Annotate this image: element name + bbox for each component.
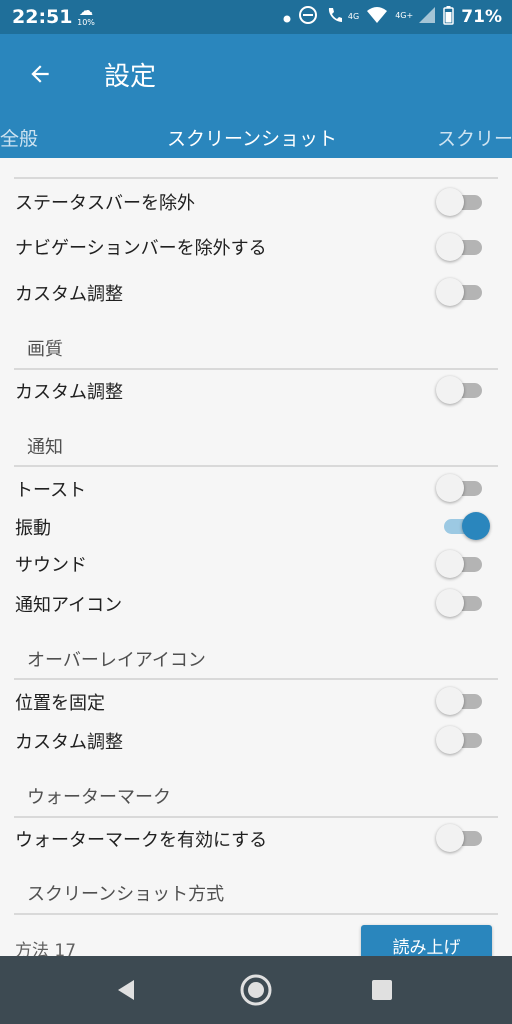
section-notification: 通知 xyxy=(27,437,63,458)
custom-adjust-label[interactable]: カスタム調整 xyxy=(15,280,123,306)
divider xyxy=(14,913,498,915)
enable-watermark-toggle[interactable] xyxy=(436,824,486,852)
tab-screenshot[interactable]: スクリーンショット xyxy=(167,124,337,151)
method-label: 方法 17 xyxy=(15,941,77,956)
do-not-disturb-icon xyxy=(298,5,318,29)
section-image-quality: 画質 xyxy=(27,339,63,360)
enable-watermark-label[interactable]: ウォーターマークを有効にする xyxy=(15,826,267,852)
custom-adjust-quality-toggle[interactable] xyxy=(436,376,486,404)
divider xyxy=(14,465,498,467)
back-button[interactable] xyxy=(20,54,60,94)
page-title: 設定 xyxy=(104,62,157,92)
arrow-back-icon xyxy=(31,65,49,83)
exclude-nav-bar-label[interactable]: ナビゲーションバーを除外する xyxy=(15,234,267,260)
toast-label[interactable]: トースト xyxy=(15,476,86,502)
section-overlay-icon: オーバーレイアイコン xyxy=(27,650,206,671)
vibration-toggle[interactable] xyxy=(436,512,490,540)
triangle-back-icon xyxy=(118,980,134,1000)
read-button[interactable]: 読み上げ xyxy=(361,925,492,956)
notification-icon-toggle[interactable] xyxy=(436,589,486,617)
wifi-icon xyxy=(366,6,388,28)
custom-adjust-overlay-label[interactable]: カスタム調整 xyxy=(15,728,123,754)
custom-adjust-quality-label[interactable]: カスタム調整 xyxy=(15,378,123,404)
section-watermark: ウォーターマーク xyxy=(27,787,171,808)
nav-home-button[interactable] xyxy=(234,970,278,1010)
fix-position-label[interactable]: 位置を固定 xyxy=(15,689,105,715)
signal-icon: 4G+ xyxy=(395,6,436,28)
app-bar: 設定 xyxy=(0,34,512,114)
battery-percent: 71% xyxy=(461,7,502,27)
vibration-label[interactable]: 振動 xyxy=(15,514,51,540)
section-screenshot-method: スクリーンショット方式 xyxy=(27,884,225,905)
divider xyxy=(14,816,498,818)
square-recents-icon xyxy=(372,980,392,1000)
sound-label[interactable]: サウンド xyxy=(15,551,87,577)
divider xyxy=(14,177,498,179)
call-4g-icon: 4G xyxy=(325,5,359,29)
tab-bar: 全般 スクリーンショット スクリー xyxy=(0,114,512,158)
notification-icon-label[interactable]: 通知アイコン xyxy=(15,591,122,617)
data-icon: ☁ xyxy=(79,3,93,19)
status-bar: 22:51 ☁ 10% 4G 4G+ 71% xyxy=(0,0,512,34)
sound-toggle[interactable] xyxy=(436,550,486,578)
nav-recents-button[interactable] xyxy=(360,970,404,1010)
navigation-bar xyxy=(0,956,512,1024)
dot-icon xyxy=(283,8,291,27)
settings-list[interactable]: ステータスバーを除外 ナビゲーションバーを除外する カスタム調整 画質 カスタム… xyxy=(0,158,512,956)
status-icons: 4G 4G+ 71% xyxy=(283,5,502,29)
toast-toggle[interactable] xyxy=(436,474,486,502)
tab-screenshot-next[interactable]: スクリー xyxy=(437,124,512,151)
exclude-status-bar-label[interactable]: ステータスバーを除外 xyxy=(15,189,195,215)
battery-icon xyxy=(443,5,455,29)
divider xyxy=(14,368,498,370)
clock: 22:51 xyxy=(12,6,73,28)
exclude-status-bar-toggle[interactable] xyxy=(436,188,486,216)
fix-position-toggle[interactable] xyxy=(436,687,486,715)
home-circle-icon xyxy=(240,974,272,1006)
custom-adjust-overlay-toggle[interactable] xyxy=(436,726,486,754)
divider xyxy=(14,678,498,680)
data-saver-indicator: ☁ 10% xyxy=(74,4,98,30)
custom-adjust-toggle[interactable] xyxy=(436,278,486,306)
tab-general[interactable]: 全般 xyxy=(0,124,38,151)
exclude-nav-bar-toggle[interactable] xyxy=(436,233,486,261)
nav-back-button[interactable] xyxy=(104,970,148,1010)
